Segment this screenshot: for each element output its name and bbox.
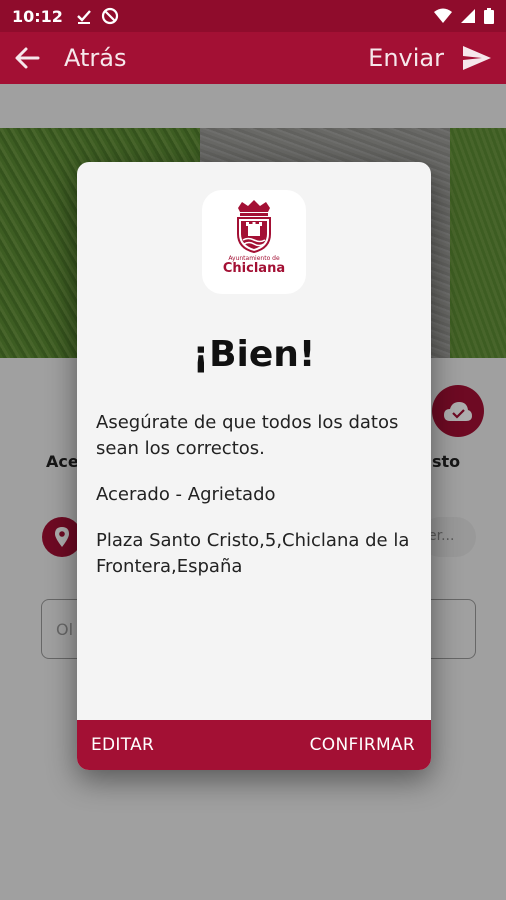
dialog-actions: EDITAR CONFIRMAR (77, 720, 431, 770)
app-bar: Atrás Enviar (0, 32, 506, 84)
dialog-category: Acerado - Agrietado (96, 484, 276, 505)
back-arrow-icon[interactable] (14, 45, 40, 71)
status-bar: 10:12 (0, 0, 506, 32)
ayuntamiento-logo: Ayuntamiento de Chiclana (202, 190, 306, 294)
crest-icon (237, 200, 271, 254)
do-not-disturb-icon (101, 7, 119, 25)
wifi-icon (434, 8, 452, 23)
dialog-title: ¡Bien! (192, 334, 316, 375)
signal-icon (461, 9, 475, 23)
send-icon[interactable] (462, 45, 492, 71)
download-done-icon (77, 10, 91, 24)
dialog-message: Asegúrate de que todos los datos sean lo… (96, 412, 399, 459)
logo-line2: Chiclana (222, 261, 286, 276)
edit-button[interactable]: EDITAR (91, 735, 154, 755)
send-button[interactable]: Enviar (368, 44, 444, 72)
back-button[interactable]: Atrás (64, 44, 126, 72)
status-time: 10:12 (12, 6, 63, 26)
battery-icon (484, 8, 494, 24)
confirmation-dialog: Ayuntamiento de Chiclana ¡Bien! Asegúrat… (77, 162, 431, 770)
dialog-address: Plaza Santo Cristo,5,Chiclana de la Fron… (96, 530, 410, 577)
confirm-button[interactable]: CONFIRMAR (310, 735, 415, 755)
